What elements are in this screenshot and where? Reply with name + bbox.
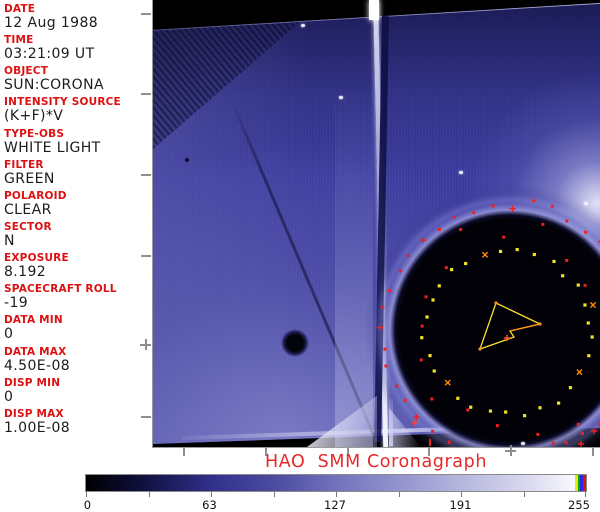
colorbar-label: 255: [567, 498, 590, 512]
field-label: FILTER: [4, 158, 44, 171]
smm-coronagraph-display-window: DATE 12 Aug 1988 TIME 03:21:09 UT OBJECT…: [0, 0, 600, 512]
field-label: OBJECT: [4, 65, 49, 78]
crosshair-marker: [140, 339, 151, 350]
field-value: 0: [4, 326, 14, 343]
field-label: DATA MIN: [4, 314, 63, 327]
metadata-field-filter: FILTER GREEN: [4, 159, 148, 190]
field-value: 0: [4, 388, 14, 405]
axis-tick: [141, 416, 151, 418]
field-value: 1.00E-08: [4, 419, 71, 436]
field-value: 12 Aug 1988: [4, 15, 99, 31]
field-value: 4.50E-08: [4, 357, 71, 374]
metadata-field-time: TIME 03:21:09 UT: [4, 34, 148, 65]
axis-tick: [141, 255, 151, 257]
colorbar-label: 63: [202, 498, 217, 512]
metadata-field-sector: SECTOR N: [4, 221, 148, 252]
field-label: DISP MIN: [4, 376, 61, 389]
fiducial-overlay: [376, 199, 600, 447]
metadata-field-data-min: DATA MIN 0: [4, 314, 148, 345]
field-value: 03:21:09 UT: [4, 46, 95, 63]
colorbar-stripe-red: [583, 475, 586, 491]
metadata-field-intensity-source: INTENSITY SOURCE (K+F)*V: [4, 96, 148, 127]
colorbar-tick: [398, 492, 400, 497]
field-value: SUN:CORONA: [4, 77, 104, 94]
field-value: -19: [4, 295, 29, 312]
field-label: EXPOSURE: [4, 252, 69, 265]
colorbar-tick: [461, 492, 463, 497]
colorbar-tick: [211, 492, 213, 497]
field-label: DATE: [4, 3, 36, 15]
field-label: INTENSITY SOURCE: [4, 96, 121, 109]
field-value: CLEAR: [4, 201, 52, 218]
metadata-field-data-max: DATA MAX 4.50E-08: [4, 346, 148, 377]
field-value: 8.192: [4, 264, 47, 281]
metadata-field-spacecraft-roll: SPACECRAFT ROLL -19: [4, 283, 148, 314]
colorbar-tick: [273, 492, 275, 497]
metadata-field-polaroid: POLAROID CLEAR: [4, 190, 148, 221]
colorbar-label: 0: [83, 498, 92, 512]
colorbar-label: 191: [449, 498, 472, 512]
field-label: SPACECRAFT ROLL: [4, 283, 117, 296]
field-label: POLAROID: [4, 189, 67, 202]
field-label: TIME: [4, 34, 34, 47]
metadata-field-disp-min: DISP MIN 0: [4, 377, 148, 408]
metadata-field-exposure: EXPOSURE 8.192: [4, 252, 148, 283]
field-value: N: [4, 232, 15, 249]
intensity-colorbar: [85, 474, 587, 492]
metadata-field-disp-max: DISP MAX 1.00E-08: [4, 408, 148, 439]
field-value: (K+F)*V: [4, 108, 64, 125]
axis-tick: [141, 174, 151, 176]
colorbar-tick: [86, 492, 88, 497]
image-display-area[interactable]: [152, 0, 600, 447]
colorbar-tick: [523, 492, 525, 497]
field-label: TYPE-OBS: [4, 127, 65, 140]
metadata-field-object: OBJECT SUN:CORONA: [4, 65, 148, 96]
frame-border-left: [152, 0, 153, 448]
field-value: WHITE LIGHT: [4, 139, 101, 156]
display-title: HAO SMM Coronagraph: [264, 452, 488, 472]
metadata-field-date: DATE 12 Aug 1988: [4, 3, 148, 34]
axis-tick: [141, 93, 151, 95]
colorbar-labels: 0 63 127 191 255: [83, 498, 590, 512]
field-label: SECTOR: [4, 220, 52, 233]
colorbar-tick: [336, 492, 338, 497]
colorbar-label: 127: [324, 498, 346, 512]
field-value: GREEN: [4, 170, 55, 187]
field-label: DATA MAX: [4, 345, 67, 358]
field-label: DISP MAX: [4, 407, 64, 420]
metadata-field-type-obs: TYPE-OBS WHITE LIGHT: [4, 128, 148, 159]
colorbar-tick: [585, 492, 587, 497]
axis-tick: [141, 13, 151, 15]
metadata-sidebar: DATE 12 Aug 1988 TIME 03:21:09 UT OBJECT…: [0, 0, 148, 448]
colorbar-tick: [148, 492, 150, 497]
frame-border-bottom: [152, 447, 600, 448]
